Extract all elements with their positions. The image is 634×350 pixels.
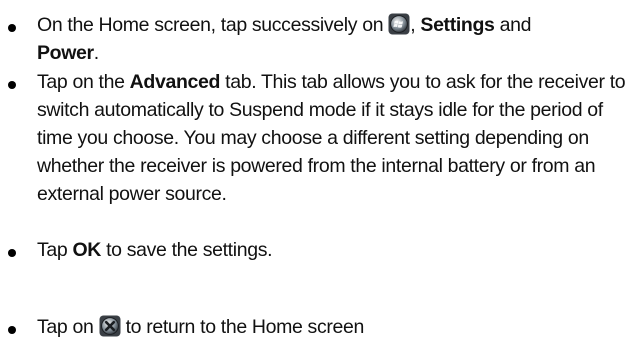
step-text: Tap on to return to the Home screen	[37, 315, 364, 338]
step-text: On the Home screen, tap successively on	[37, 13, 532, 64]
bullet	[8, 24, 16, 32]
close-icon	[99, 315, 121, 337]
windows-start-icon	[388, 13, 410, 35]
bullet	[8, 81, 16, 89]
bullet	[8, 326, 16, 334]
step-text: Tap OK to save the settings.	[37, 239, 273, 261]
step-text: Tap on the Advanced tab. This tab allows…	[37, 71, 626, 205]
bullet	[8, 249, 16, 257]
